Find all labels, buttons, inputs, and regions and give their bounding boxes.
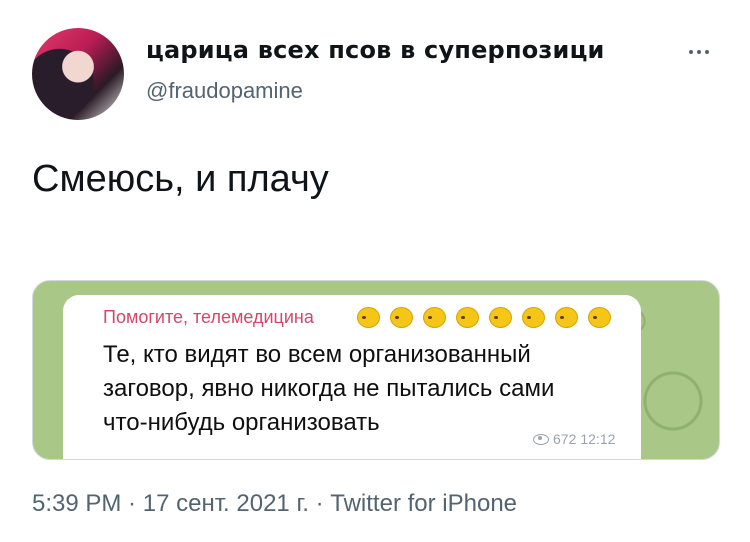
- face-with-hand-over-mouth-icon: [357, 307, 380, 328]
- emoji-row: [357, 307, 611, 328]
- face-with-hand-over-mouth-icon: [555, 307, 578, 328]
- message-line: Те, кто видят во всем организованный: [103, 341, 531, 368]
- tweet-media-image[interactable]: Помогите, телемедицина Те, кто видят во …: [32, 280, 720, 460]
- message-time: 12:12: [580, 431, 616, 447]
- eye-icon: [533, 433, 549, 445]
- message-line: заговор, явно никогда не пытались сами: [103, 375, 555, 402]
- display-name[interactable]: царица всех псов в суперпозици: [146, 36, 605, 64]
- more-options-icon[interactable]: [682, 42, 716, 62]
- message-line: что-нибудь организовать: [103, 409, 380, 436]
- face-with-hand-over-mouth-icon: [522, 307, 545, 328]
- tweet-date-day[interactable]: 17: [143, 490, 176, 517]
- separator: ·: [308, 490, 331, 517]
- view-count: 672: [553, 431, 577, 447]
- separator: ·: [121, 490, 143, 517]
- message-meta: 672 12:12: [533, 431, 615, 447]
- handle[interactable]: @fraudopamine: [146, 78, 303, 104]
- tweet-date-year[interactable]: . 2021: [223, 490, 296, 517]
- message-bubble: Помогите, телемедицина Те, кто видят во …: [63, 295, 641, 459]
- face-with-hand-over-mouth-icon: [588, 307, 611, 328]
- face-with-hand-over-mouth-icon: [456, 307, 479, 328]
- tweet-text: Смеюсь, и плачу: [32, 158, 329, 200]
- avatar[interactable]: [32, 28, 124, 120]
- tweet-footer: 5:39 PM · 17 сент. 2021 г. · Twitter for…: [32, 490, 517, 518]
- face-with-hand-over-mouth-icon: [423, 307, 446, 328]
- face-with-hand-over-mouth-icon: [390, 307, 413, 328]
- message-sender: Помогите, телемедицина: [103, 307, 314, 327]
- face-with-hand-over-mouth-icon: [489, 307, 512, 328]
- tweet-time[interactable]: 5:39 PM: [32, 490, 121, 517]
- tweet-date-dot[interactable]: .: [302, 490, 309, 517]
- tweet-source-link[interactable]: Twitter for iPhone: [330, 490, 517, 517]
- tweet-date-month[interactable]: сент: [176, 490, 223, 517]
